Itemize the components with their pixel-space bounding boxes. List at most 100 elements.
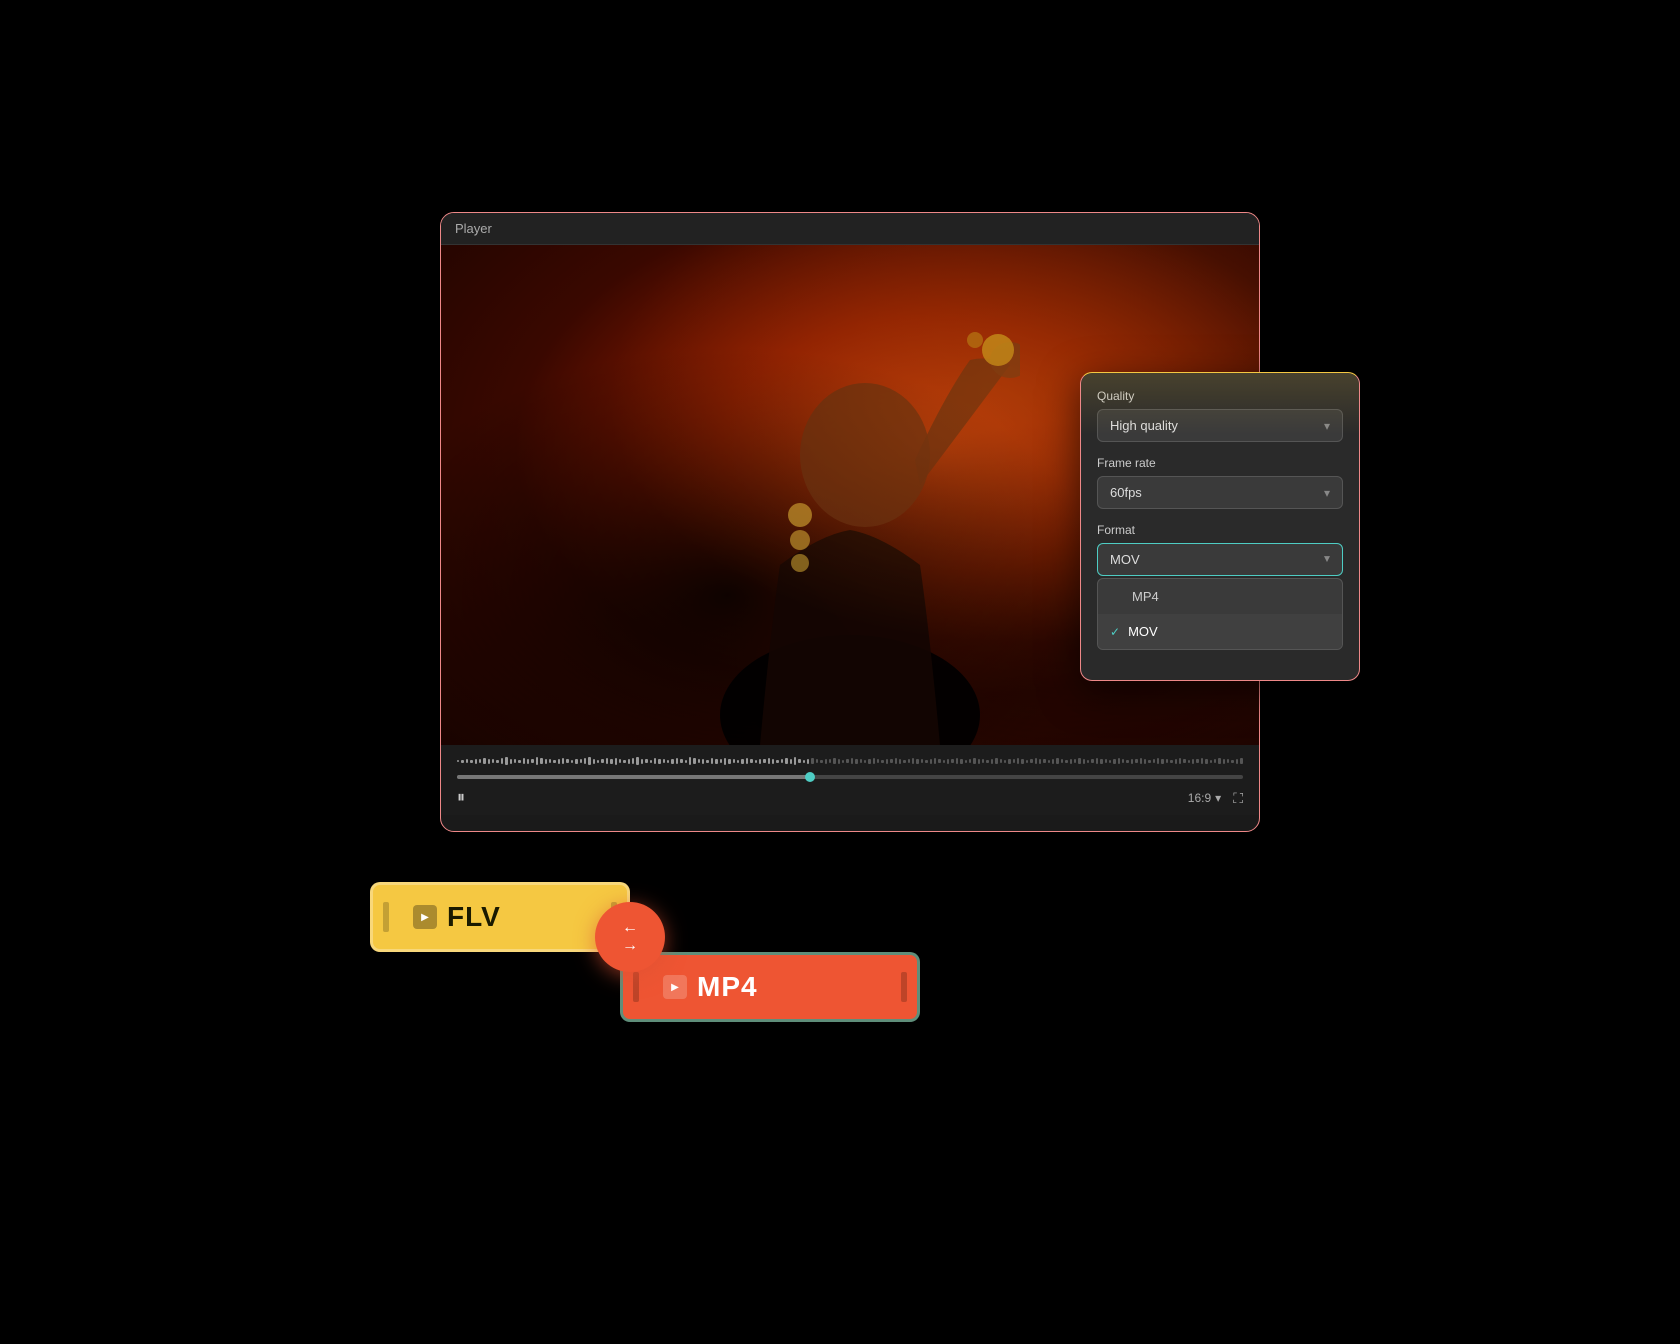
format-option-mov[interactable]: ✓ MOV bbox=[1098, 614, 1342, 649]
wave-bar bbox=[895, 758, 897, 764]
wave-bar bbox=[601, 759, 603, 763]
wave-bar bbox=[650, 760, 652, 763]
wave-bar bbox=[483, 758, 485, 764]
wave-bar bbox=[1161, 759, 1163, 764]
wave-bar bbox=[720, 759, 722, 763]
wave-bar bbox=[912, 758, 914, 764]
fullscreen-button[interactable]: ⛶ bbox=[1233, 790, 1243, 807]
format-option-mp4[interactable]: MP4 bbox=[1098, 579, 1342, 614]
wave-bar bbox=[645, 759, 647, 763]
convert-button[interactable]: ← → bbox=[595, 902, 665, 972]
wave-bar bbox=[877, 759, 879, 763]
wave-bar bbox=[1030, 759, 1032, 763]
wave-bar bbox=[593, 759, 595, 764]
wave-bar bbox=[816, 759, 818, 763]
wave-bar bbox=[1052, 759, 1054, 764]
wave-bar bbox=[527, 759, 529, 764]
wave-bar bbox=[750, 759, 752, 763]
framerate-select[interactable]: 60fps ▾ bbox=[1097, 476, 1343, 509]
wave-bar bbox=[794, 757, 796, 765]
wave-bar bbox=[711, 758, 713, 764]
wave-bar bbox=[803, 760, 805, 763]
wave-bar bbox=[973, 758, 975, 764]
wave-bar bbox=[956, 758, 958, 764]
wave-bar bbox=[903, 760, 905, 763]
wave-bar bbox=[671, 759, 673, 764]
wave-bar bbox=[1231, 760, 1233, 763]
wave-bar bbox=[1218, 758, 1220, 764]
format-value: MOV bbox=[1110, 552, 1140, 567]
wave-bar bbox=[540, 758, 542, 764]
wave-bar bbox=[728, 759, 730, 764]
timeline-progress bbox=[457, 775, 811, 779]
wave-bar bbox=[1170, 760, 1172, 763]
wave-bar bbox=[820, 760, 822, 763]
flv-label: FLV bbox=[447, 901, 501, 933]
timeline[interactable] bbox=[457, 775, 1243, 779]
wave-bar bbox=[746, 758, 748, 764]
mp4-play-icon: ▶ bbox=[663, 975, 687, 999]
wave-bar bbox=[908, 759, 910, 763]
quality-chevron: ▾ bbox=[1324, 419, 1330, 433]
aspect-ratio-button[interactable]: 16:9 ▾ bbox=[1188, 791, 1221, 805]
wave-bar bbox=[1126, 760, 1128, 763]
wave-bar bbox=[558, 759, 560, 764]
wave-bar bbox=[965, 760, 967, 763]
wave-bar bbox=[623, 760, 625, 763]
wave-bar bbox=[982, 759, 984, 763]
wave-bar bbox=[921, 759, 923, 763]
wave-bar bbox=[1153, 759, 1155, 763]
wave-bar bbox=[890, 759, 892, 763]
wave-bar bbox=[737, 760, 739, 763]
aspect-ratio-label: 16:9 bbox=[1188, 791, 1211, 805]
wave-bar bbox=[930, 759, 932, 764]
wave-bar bbox=[1083, 759, 1085, 764]
wave-bar bbox=[1061, 759, 1063, 763]
wave-bar bbox=[978, 759, 980, 764]
wave-bar bbox=[855, 759, 857, 764]
wave-bar bbox=[1205, 759, 1207, 764]
wave-bar bbox=[1008, 759, 1010, 764]
wave-bar bbox=[475, 759, 477, 764]
wave-bar bbox=[798, 759, 800, 763]
framerate-setting: Frame rate 60fps ▾ bbox=[1097, 456, 1343, 509]
wave-bar bbox=[1192, 759, 1194, 764]
wave-bar bbox=[584, 758, 586, 764]
wave-bar bbox=[1175, 759, 1177, 764]
wave-bar bbox=[1100, 759, 1102, 764]
quality-select[interactable]: High quality ▾ bbox=[1097, 409, 1343, 442]
wave-bar bbox=[1240, 758, 1242, 764]
wave-bar bbox=[685, 760, 687, 763]
wave-bar bbox=[1223, 759, 1225, 764]
wave-bar bbox=[829, 759, 831, 763]
wave-bar bbox=[1039, 759, 1041, 764]
wave-bar bbox=[566, 759, 568, 763]
wave-bar bbox=[470, 760, 472, 763]
wave-bar bbox=[995, 758, 997, 764]
wave-bar bbox=[698, 759, 700, 763]
wave-bar bbox=[610, 759, 612, 764]
wave-bar bbox=[1026, 760, 1028, 763]
wave-bar bbox=[1105, 759, 1107, 763]
wave-bar bbox=[733, 759, 735, 763]
wave-bar bbox=[899, 759, 901, 764]
waveform: (function() { const waveform = document.… bbox=[457, 753, 1243, 769]
controls-row: ⏸ 16:9 ▾ ⛶ bbox=[457, 789, 1243, 807]
wave-bar bbox=[1140, 758, 1142, 764]
wave-bar bbox=[846, 759, 848, 763]
wave-bar bbox=[588, 757, 590, 765]
format-select[interactable]: MOV ▴ bbox=[1097, 543, 1343, 576]
wave-bar bbox=[868, 759, 870, 764]
wave-bar bbox=[706, 760, 708, 763]
wave-bar bbox=[1056, 758, 1058, 764]
wave-bar bbox=[741, 759, 743, 764]
pause-button[interactable]: ⏸ bbox=[457, 789, 465, 807]
wave-bar bbox=[553, 760, 555, 763]
wave-bar bbox=[960, 759, 962, 764]
wave-bar bbox=[1179, 758, 1181, 764]
player-controls: (function() { const waveform = document.… bbox=[441, 745, 1259, 815]
wave-bar bbox=[1122, 759, 1124, 763]
wave-bar bbox=[776, 760, 778, 763]
mov-check-icon: ✓ bbox=[1110, 625, 1120, 639]
flv-badge: ▶ FLV bbox=[370, 882, 630, 952]
